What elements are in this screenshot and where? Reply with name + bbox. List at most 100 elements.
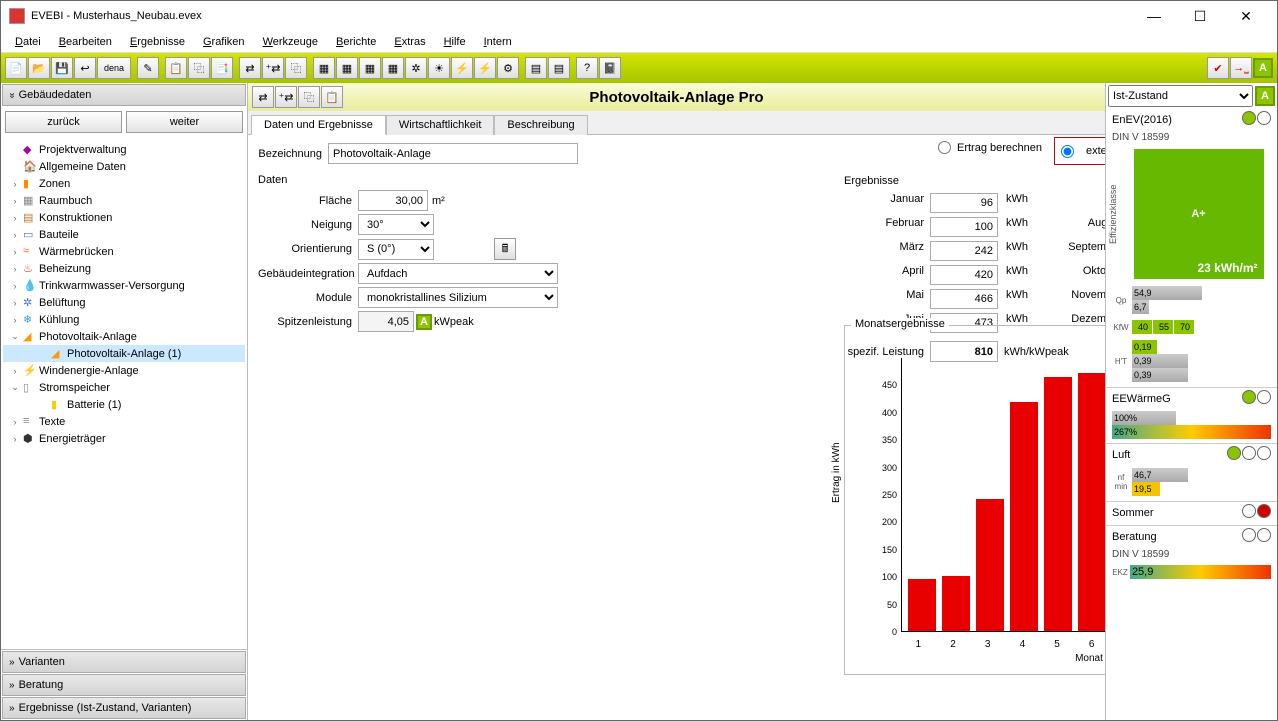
toolbar-button[interactable]: ▤ bbox=[548, 57, 570, 79]
toolbar-button[interactable]: ⚡ bbox=[474, 57, 496, 79]
sidebar-section[interactable]: Ergebnisse (Ist-Zustand, Varianten) bbox=[2, 697, 246, 719]
tree-item[interactable]: ›❄Kühlung bbox=[3, 311, 245, 328]
flaeche-input[interactable] bbox=[358, 190, 428, 211]
tree-item[interactable]: ›▮Zonen bbox=[3, 175, 245, 192]
toolbar-button[interactable]: ↩ bbox=[74, 57, 96, 79]
tree-item[interactable]: ›⚡Windenergie-Anlage bbox=[3, 362, 245, 379]
close-button[interactable]: ✕ bbox=[1223, 1, 1269, 31]
toolbar-button[interactable]: ▦ bbox=[336, 57, 358, 79]
bez-label: Bezeichnung bbox=[258, 148, 328, 160]
integ-select[interactable]: Aufdach bbox=[358, 263, 558, 284]
titlebar: EVEBI - Musterhaus_Neubau.evex — ☐ ✕ bbox=[1, 1, 1277, 31]
month-input[interactable] bbox=[930, 265, 998, 285]
tree-item[interactable]: ›▦Raumbuch bbox=[3, 192, 245, 209]
toolbar-button[interactable]: ? bbox=[576, 57, 598, 79]
month-input[interactable] bbox=[930, 241, 998, 261]
tab[interactable]: Wirtschaftlichkeit bbox=[386, 115, 495, 135]
tree-item[interactable]: ›♨Beheizung bbox=[3, 260, 245, 277]
toolbar-button[interactable]: 💾 bbox=[51, 57, 73, 79]
menu-bearbeiten[interactable]: Bearbeiten bbox=[51, 34, 120, 50]
chart-bar bbox=[976, 499, 1004, 631]
state-select[interactable]: Ist-Zustand bbox=[1108, 85, 1253, 107]
toolbar-button[interactable]: 📋 bbox=[165, 57, 187, 79]
sidebar: Gebäudedaten zurück weiter ◆Projektverwa… bbox=[1, 83, 248, 720]
toolbar-button[interactable]: dena bbox=[97, 57, 131, 79]
radio-extern[interactable] bbox=[1061, 145, 1074, 158]
efficiency-badge: A+23 kWh/m² bbox=[1134, 149, 1264, 279]
toolbar-button[interactable]: ▦ bbox=[359, 57, 381, 79]
chart-bar bbox=[908, 579, 936, 631]
toolbar-button[interactable]: ▦ bbox=[313, 57, 335, 79]
toolbar-button[interactable]: 📓 bbox=[599, 57, 621, 79]
toolbar-button[interactable]: 📑 bbox=[211, 57, 233, 79]
chart-panel: Monatsergebnisse Ertrag in kWh 050100150… bbox=[844, 325, 1105, 675]
toolbar-button[interactable]: ▦ bbox=[382, 57, 404, 79]
tree-item[interactable]: ⌄◢Photovoltaik-Anlage bbox=[3, 328, 245, 345]
a-badge-icon[interactable]: A bbox=[1255, 86, 1275, 106]
neigung-select[interactable]: 30° bbox=[358, 214, 434, 235]
tab[interactable]: Daten und Ergebnisse bbox=[251, 115, 386, 135]
tree-item[interactable]: ›▤Konstruktionen bbox=[3, 209, 245, 226]
tree-item[interactable]: ›💧Trinkwarmwasser-Versorgung bbox=[3, 277, 245, 294]
tree-item[interactable]: 🏠Allgemeine Daten bbox=[3, 158, 245, 175]
toolbar-button[interactable]: ⿻ bbox=[285, 57, 307, 79]
forward-button[interactable]: weiter bbox=[126, 111, 243, 133]
sidebar-section[interactable]: Beratung bbox=[2, 674, 246, 696]
chart-title: Monatsergebnisse bbox=[851, 318, 949, 330]
minimize-button[interactable]: — bbox=[1131, 1, 1177, 31]
toolbar-button[interactable]: ✎ bbox=[137, 57, 159, 79]
badge-a-icon[interactable]: A bbox=[1253, 58, 1273, 78]
menu-berichte[interactable]: Berichte bbox=[328, 34, 384, 50]
nav-tree: ◆Projektverwaltung🏠Allgemeine Daten›▮Zon… bbox=[1, 137, 247, 649]
chart-bar bbox=[942, 576, 970, 631]
toolbar-button[interactable]: ▤ bbox=[525, 57, 547, 79]
month-input[interactable] bbox=[930, 217, 998, 237]
toolbar-button[interactable]: 📄 bbox=[5, 57, 27, 79]
menu-intern[interactable]: Intern bbox=[476, 34, 520, 50]
sidebar-header[interactable]: Gebäudedaten bbox=[2, 84, 246, 106]
tab[interactable]: Beschreibung bbox=[494, 115, 587, 135]
tree-item[interactable]: ›✲Belüftung bbox=[3, 294, 245, 311]
tree-item[interactable]: ›≡Texte bbox=[3, 413, 245, 430]
month-input[interactable] bbox=[930, 289, 998, 309]
bar-chart bbox=[901, 358, 1105, 632]
orient-select[interactable]: S (0°) bbox=[358, 239, 434, 260]
tree-item[interactable]: ›⬢Energieträger bbox=[3, 430, 245, 447]
menu-werkzeuge[interactable]: Werkzeuge bbox=[255, 34, 326, 50]
toolbar-button[interactable]: ⚡ bbox=[451, 57, 473, 79]
bez-input[interactable] bbox=[328, 143, 578, 164]
toolbar-button[interactable]: ☀ bbox=[428, 57, 450, 79]
tree-item[interactable]: ◢Photovoltaik-Anlage (1) bbox=[3, 345, 245, 362]
tree-item[interactable]: ▮Batterie (1) bbox=[3, 396, 245, 413]
tree-item[interactable]: ⌄▯Stromspeicher bbox=[3, 379, 245, 396]
results-panel: Ist-ZustandA EnEV(2016) DIN V 18599 Effi… bbox=[1105, 83, 1277, 720]
tree-item[interactable]: ◆Projektverwaltung bbox=[3, 141, 245, 158]
tab-bar: Daten und ErgebnisseWirtschaftlichkeitBe… bbox=[248, 111, 1105, 135]
check-icon[interactable]: ✔ bbox=[1207, 57, 1229, 79]
toolbar-button[interactable]: ⚙ bbox=[497, 57, 519, 79]
tree-item[interactable]: ›▭Bauteile bbox=[3, 226, 245, 243]
toolbar-button[interactable]: ⿻ bbox=[188, 57, 210, 79]
toolbar-button[interactable]: 📂 bbox=[28, 57, 50, 79]
toolbar-button[interactable]: ⇄ bbox=[239, 57, 261, 79]
maximize-button[interactable]: ☐ bbox=[1177, 1, 1223, 31]
menubar: DateiBearbeitenErgebnisseGrafikenWerkzeu… bbox=[1, 31, 1277, 53]
toolbar-button[interactable]: ✲ bbox=[405, 57, 427, 79]
arrow-icon[interactable]: →⎵ bbox=[1230, 57, 1252, 79]
calc-icon[interactable]: 🖩 bbox=[494, 238, 516, 260]
back-button[interactable]: zurück bbox=[5, 111, 122, 133]
radio-berechnen[interactable] bbox=[938, 141, 951, 154]
sidebar-section[interactable]: Varianten bbox=[2, 651, 246, 673]
menu-grafiken[interactable]: Grafiken bbox=[195, 34, 253, 50]
menu-hilfe[interactable]: Hilfe bbox=[436, 34, 474, 50]
tree-item[interactable]: ›≈Wärmebrücken bbox=[3, 243, 245, 260]
spitze-input bbox=[358, 311, 414, 332]
chart-bar bbox=[1044, 377, 1072, 631]
menu-extras[interactable]: Extras bbox=[386, 34, 433, 50]
chart-bar bbox=[1078, 373, 1105, 631]
menu-ergebnisse[interactable]: Ergebnisse bbox=[122, 34, 193, 50]
module-select[interactable]: monokristallines Silizium bbox=[358, 287, 558, 308]
menu-datei[interactable]: Datei bbox=[7, 34, 49, 50]
month-input[interactable] bbox=[930, 193, 998, 213]
toolbar-button[interactable]: ⁺⇄ bbox=[262, 57, 284, 79]
